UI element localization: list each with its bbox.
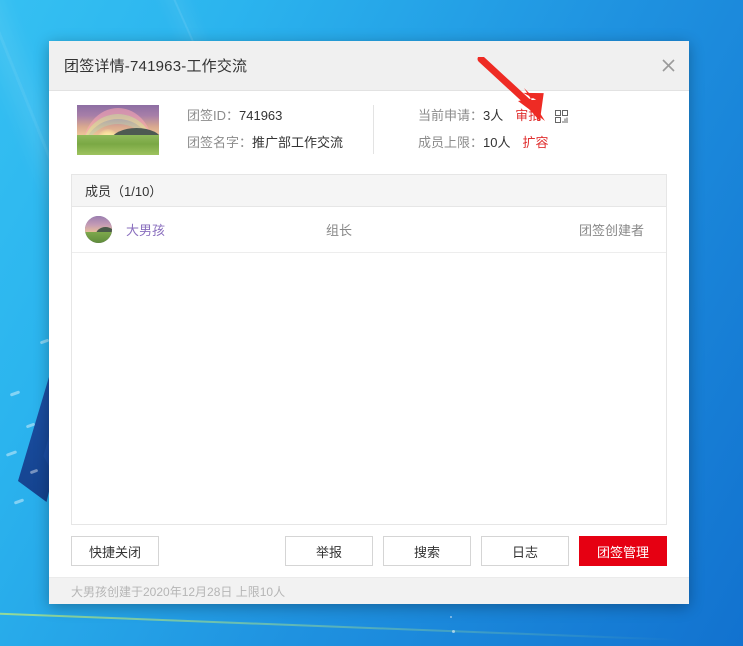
wallpaper-speck — [452, 630, 455, 633]
dialog-statusbar: 大男孩创建于2020年12月28日 上限10人 — [49, 577, 689, 604]
quick-close-button[interactable]: 快捷关闭 — [71, 536, 159, 566]
wallpaper-speck — [9, 390, 21, 397]
pending-requests-label: 当前申请： — [418, 108, 484, 123]
avatar — [85, 216, 112, 243]
members-list[interactable]: 大男孩 组长 团签创建者 — [72, 207, 666, 524]
qr-code-icon[interactable] — [555, 109, 569, 123]
members-panel: 成员（1/10） 大男孩 组长 团签创建者 — [71, 174, 667, 525]
report-button[interactable]: 举报 — [285, 536, 373, 566]
group-cover-image — [77, 104, 159, 155]
members-count-label: 成员（1/10） — [85, 184, 163, 199]
member-limit-label: 成员上限： — [418, 135, 484, 150]
close-icon — [661, 59, 675, 72]
group-info-panel: 团签ID： 741963 团签名字： 推广部工作交流 当前申请： 3人 审批 成… — [49, 91, 689, 168]
expand-capacity-link[interactable]: 扩容 — [522, 134, 548, 152]
group-detail-dialog: 团签详情-741963-工作交流 团签ID： 741963 团签名字： 推广部工… — [49, 41, 689, 604]
wallpaper-speck — [13, 498, 25, 505]
close-button[interactable] — [647, 42, 689, 90]
info-divider — [373, 105, 374, 154]
group-name-label: 团签名字： — [187, 135, 253, 150]
member-row[interactable]: 大男孩 组长 团签创建者 — [72, 207, 666, 253]
approve-link[interactable]: 审批 — [515, 107, 541, 125]
wallpaper-speck — [450, 616, 452, 618]
group-id-value: 741963 — [239, 108, 283, 123]
wallpaper-speck — [39, 338, 50, 345]
group-name-row: 团签名字： 推广部工作交流 — [187, 134, 373, 152]
group-info-right: 当前申请： 3人 审批 成员上限： 10人 扩容 — [418, 107, 569, 152]
wallpaper-green-line — [0, 612, 680, 641]
members-header: 成员（1/10） — [72, 175, 666, 207]
manage-group-button[interactable]: 团签管理 — [579, 536, 667, 566]
group-info-columns: 团签ID： 741963 团签名字： 推广部工作交流 当前申请： 3人 审批 成… — [187, 105, 667, 154]
group-name-value: 推广部工作交流 — [252, 135, 344, 150]
wallpaper-speck — [5, 450, 18, 457]
log-button[interactable]: 日志 — [481, 536, 569, 566]
search-button[interactable]: 搜索 — [383, 536, 471, 566]
member-role: 组长 — [326, 223, 353, 238]
dialog-button-bar: 快捷关闭 举报 搜索 日志 团签管理 — [49, 525, 689, 577]
wallpaper-speck — [25, 422, 36, 429]
pending-requests-value: 3人 — [483, 108, 504, 123]
creation-info-text: 大男孩创建于2020年12月28日 上限10人 — [71, 584, 286, 599]
group-id-row: 团签ID： 741963 — [187, 107, 373, 125]
member-limit-row: 成员上限： 10人 扩容 — [418, 134, 568, 152]
member-tag: 团签创建者 — [578, 223, 644, 238]
member-limit-value: 10人 — [483, 135, 511, 150]
group-id-label: 团签ID： — [187, 108, 240, 123]
group-info-left: 团签ID： 741963 团签名字： 推广部工作交流 — [187, 107, 373, 152]
dialog-titlebar: 团签详情-741963-工作交流 — [49, 41, 689, 91]
dialog-title: 团签详情-741963-工作交流 — [64, 58, 248, 75]
member-name[interactable]: 大男孩 — [126, 220, 326, 239]
pending-requests-row: 当前申请： 3人 审批 — [418, 107, 569, 125]
